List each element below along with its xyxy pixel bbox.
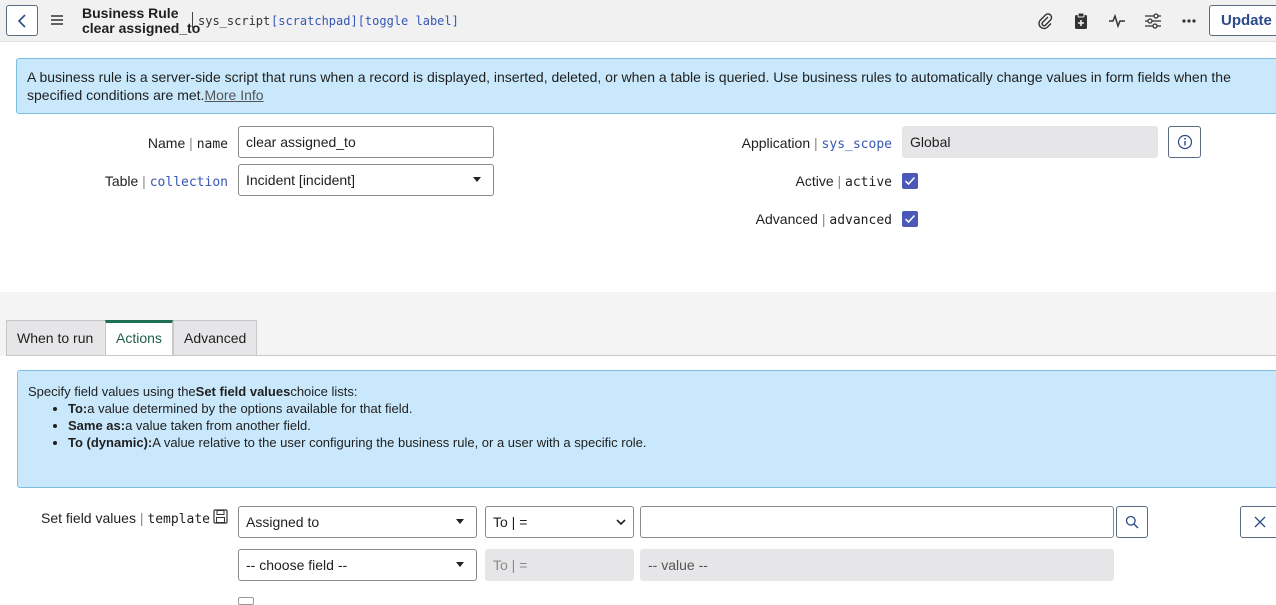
table-select-value: Incident [incident] [246,172,355,188]
actions-info-list: To:a value determined by the options ava… [28,400,1276,451]
back-button[interactable] [6,5,38,36]
record-title: Business Rule clear assigned_to [82,6,200,36]
application-field: Global [902,126,1158,158]
name-label: Name | name [147,135,228,152]
application-info-button[interactable] [1168,126,1201,158]
set-field-values-label: Set field values | template [41,510,210,527]
value-input-2: -- value -- [640,549,1114,581]
active-label: Active | active [795,173,892,190]
hamburger-icon[interactable] [50,13,64,27]
tab-actions[interactable]: Actions [105,320,173,356]
search-icon [1125,515,1139,529]
chevron-down-icon [473,177,481,182]
info-banner: A business rule is a server-side script … [16,58,1276,114]
info-icon [1177,134,1192,150]
remove-row-button[interactable] [1240,506,1276,538]
scratchpad-links: [scratchpad][toggle label] [271,14,459,28]
tab-advanced[interactable]: Advanced [173,320,257,356]
title-line-1: Business Rule [82,5,179,21]
tab-when-to-run[interactable]: When to run [6,320,106,356]
paperclip-icon[interactable] [1035,11,1055,31]
active-checkbox[interactable] [902,173,918,189]
list-item: Same as:a value taken from another field… [68,417,1276,434]
actions-info-box: Specify field values using theSet field … [17,370,1276,488]
check-icon [904,176,916,186]
tab-underline [6,355,1276,356]
chevron-down-icon [456,519,464,524]
more-icon[interactable] [1179,11,1199,31]
chevron-down-icon [456,562,464,567]
advanced-label: Advanced | advanced [755,211,892,228]
save-icon[interactable] [213,509,228,527]
table-select[interactable]: Incident [incident] [238,164,494,196]
sliders-icon[interactable] [1143,11,1163,31]
title-separator [192,12,193,28]
field-select-2[interactable]: -- choose field -- [238,549,477,581]
table-name: sys_script [198,14,271,28]
more-info-link[interactable]: More Info [204,87,263,103]
partial-checkbox[interactable] [238,597,254,605]
field-select-1[interactable]: Assigned to [238,506,477,538]
toggle-label-link[interactable]: [toggle label] [358,14,459,28]
form-header: Business Rule clear assigned_to sys_scri… [0,0,1276,42]
list-item: To (dynamic):A value relative to the use… [68,434,1276,451]
name-input[interactable]: clear assigned_to [238,126,494,158]
actions-info-intro: Specify field values using theSet field … [28,384,358,399]
lookup-button[interactable] [1116,506,1148,538]
operator-select-1[interactable]: To | = [485,506,634,538]
value-input-1[interactable] [640,506,1114,538]
activity-icon[interactable] [1107,11,1127,31]
check-icon [904,214,916,224]
title-line-2: clear assigned_to [82,20,201,36]
list-item: To:a value determined by the options ava… [68,400,1276,417]
clipboard-icon[interactable] [1071,11,1091,31]
back-icon [17,13,26,28]
operator-select-2: To | = [485,549,634,581]
advanced-checkbox[interactable] [902,211,918,227]
close-icon [1254,516,1266,528]
chevron-down-icon [616,519,626,526]
scratchpad-link[interactable]: [scratchpad] [271,14,358,28]
table-label: Table | collection [104,173,228,190]
application-label: Application | sys_scope [741,135,892,152]
update-button[interactable]: Update [1209,5,1276,36]
